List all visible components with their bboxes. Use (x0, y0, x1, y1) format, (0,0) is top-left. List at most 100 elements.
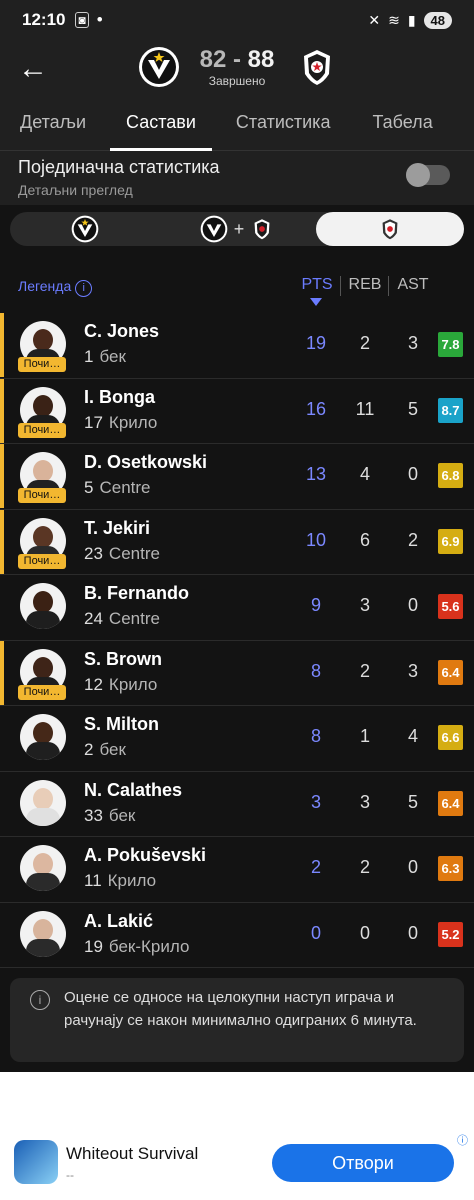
notification-icon: ◙ (75, 12, 89, 28)
avatar-head (33, 460, 53, 482)
starter-indicator (0, 509, 4, 574)
player-pts: 2 (310, 857, 321, 877)
status-time: 12:10 (22, 10, 66, 29)
player-row[interactable]: Почи… T. Jekiri 23 Centre 10 6 2 6.9 (0, 509, 474, 575)
plus-icon: + (233, 218, 245, 239)
player-number: 33 (84, 805, 103, 825)
player-rating: 6.8 (438, 463, 463, 488)
player-row[interactable]: Почи… D. Osetkowski 5 Centre 13 4 0 6.8 (0, 444, 474, 510)
ad-app-name[interactable]: Whiteout Survival (66, 1144, 198, 1164)
player-name: C. Jones (84, 321, 160, 341)
player-reb: 2 (359, 857, 370, 877)
player-reb: 11 (355, 398, 375, 419)
avatar-head (33, 853, 53, 875)
ad-banner[interactable]: Whiteout Survival -- Отвори ⓘ (0, 1126, 474, 1200)
away-team-logo[interactable] (296, 46, 338, 88)
player-position: Centre (99, 478, 151, 497)
player-list: Почи… C. Jones 1 бек 19 2 3 7.8 Почи… I. Bonga 17 К… (0, 313, 474, 968)
player-number: 1 (84, 347, 94, 366)
column-header-pts[interactable]: PTS (300, 276, 334, 294)
column-header-ast[interactable]: AST (396, 276, 430, 294)
player-rating: 6.4 (438, 659, 463, 685)
player-avatar (20, 779, 66, 826)
match-status: Завршено (208, 74, 266, 88)
tab-details[interactable]: Детаљи (20, 102, 86, 150)
player-info: 17 Крило (84, 413, 157, 433)
tab-bar: Детаљи Састави Статистика Табела (0, 102, 474, 151)
player-row[interactable]: A. Pokuševski 11 Крило 2 2 0 6.3 (0, 837, 474, 903)
player-row[interactable]: S. Milton 2 бек 8 1 4 6.6 (0, 706, 474, 772)
player-ast: 0 (407, 857, 418, 877)
player-row[interactable]: Почи… I. Bonga 17 Крило 16 11 5 8.7 (0, 378, 474, 444)
player-ast: 3 (407, 333, 418, 353)
player-ast: 0 (407, 464, 418, 484)
status-bar: 12:10 ◙ • ✕ ≋ ▮ 48 (0, 0, 474, 40)
player-ast: 0 (407, 922, 418, 943)
mute-icon: ✕ (368, 11, 381, 28)
avatar-head (33, 722, 53, 744)
player-pts: 13 (305, 464, 327, 484)
match-score: 82 - 88 (0, 46, 474, 74)
player-position: Centre (108, 543, 160, 563)
app-icon[interactable] (14, 1140, 58, 1184)
ad-info-icon[interactable]: ⓘ (457, 1132, 468, 1148)
detailed-view-toggle[interactable] (406, 163, 450, 187)
tab-lineups[interactable]: Састави (110, 102, 212, 151)
player-info: 2 бек (84, 740, 126, 760)
individual-stats-section: Појединачна статистика Детаљни преглед (0, 151, 474, 205)
starter-badge: Почи… (18, 684, 66, 700)
player-row[interactable]: Почи… S. Brown 12 Крило 8 2 3 6.4 (0, 640, 474, 706)
toggle-knob (406, 163, 430, 187)
player-reb: 3 (359, 595, 370, 615)
player-number: 11 (84, 871, 102, 890)
score-separator: - (226, 46, 248, 73)
player-ast: 5 (407, 791, 418, 812)
info-icon: i (30, 990, 50, 1010)
column-divider (340, 276, 341, 296)
player-reb: 6 (359, 529, 370, 550)
player-info: 5 Centre (84, 478, 151, 498)
player-position: Крило (108, 412, 158, 432)
legend-link[interactable]: Легенда i (18, 278, 93, 297)
player-reb: 1 (359, 726, 370, 746)
player-name: A. Pokuševski (84, 845, 207, 865)
player-number: 12 (84, 674, 103, 694)
tab-table[interactable]: Табела (372, 102, 432, 150)
starter-badge: Почи… (18, 553, 66, 569)
player-pts: 8 (310, 726, 321, 746)
player-rating: 6.4 (438, 790, 463, 816)
starter-indicator (0, 444, 4, 508)
avatar-body (26, 611, 60, 629)
team-option-both[interactable]: + (160, 212, 314, 246)
ad-open-button[interactable]: Отвори (272, 1144, 454, 1182)
avatar-head (33, 329, 53, 351)
player-rating: 6.6 (438, 725, 463, 750)
player-row[interactable]: B. Fernando 24 Centre 9 3 0 5.6 (0, 575, 474, 641)
player-pts: 8 (310, 660, 321, 681)
player-position: бек-Крило (108, 936, 190, 956)
player-avatar (20, 714, 66, 760)
player-info: 1 бек (84, 347, 126, 367)
player-row[interactable]: A. Lakić 19 бек-Крило 0 0 0 5.2 (0, 903, 474, 968)
individual-stats-subtitle: Детаљни преглед (18, 182, 133, 198)
player-row[interactable]: Почи… C. Jones 1 бек 19 2 3 7.8 (0, 313, 474, 379)
player-rating: 5.6 (438, 594, 463, 619)
avatar-body (26, 873, 60, 891)
column-header-reb[interactable]: REB (348, 276, 382, 294)
team-option-home[interactable] (10, 212, 160, 246)
individual-stats-title: Појединачна статистика (18, 157, 220, 177)
player-name: T. Jekiri (84, 517, 151, 538)
player-info: 19 бек-Крило (84, 937, 189, 957)
sort-desc-icon (310, 298, 322, 306)
team-option-away[interactable] (316, 212, 464, 246)
tab-statistics[interactable]: Статистика (236, 102, 331, 150)
player-row[interactable]: N. Calathes 33 бек 3 3 5 6.4 (0, 772, 474, 837)
player-reb: 2 (359, 660, 370, 681)
player-position: бек (99, 347, 126, 366)
player-number: 2 (84, 740, 94, 759)
stats-table-header: Легенда i PTS REB AST (0, 270, 474, 316)
player-position: бек (108, 805, 136, 825)
avatar-body (26, 938, 60, 957)
player-rating: 6.3 (438, 856, 463, 881)
home-team-icon (200, 215, 228, 243)
